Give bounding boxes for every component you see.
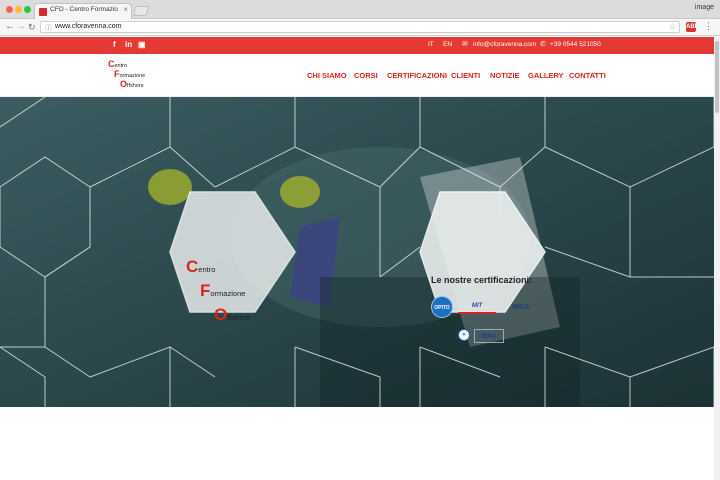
minimize-window-button[interactable]: [15, 6, 22, 13]
logo-line-3: Offshore: [120, 79, 144, 89]
logo-line-2: Formazione: [114, 69, 146, 79]
hero-brand-line-1: Centro: [186, 257, 216, 276]
forward-arrow-icon[interactable]: →: [16, 21, 26, 33]
mit-logo[interactable]: MIT: [458, 300, 496, 314]
site-logo[interactable]: Centro Formazione Offshore: [108, 59, 164, 93]
rina-logo[interactable]: RINA: [474, 329, 504, 343]
new-tab-button[interactable]: [132, 6, 150, 16]
site-info-icon[interactable]: ⓘ: [45, 23, 52, 33]
page-scrollbar[interactable]: [714, 37, 720, 480]
bookmark-star-icon[interactable]: ☆: [669, 22, 676, 31]
profile-label[interactable]: image: [695, 4, 714, 11]
certifications-title: Le nostre certificazioni:: [431, 275, 533, 285]
nav-clienti[interactable]: CLIENTI: [451, 71, 480, 80]
phone-number[interactable]: +39 0544 521050: [550, 41, 601, 48]
phone-icon: ✆: [540, 41, 546, 48]
maximize-window-button[interactable]: [24, 6, 31, 13]
tab-title: CFO - Centro Formazione Offshore: [50, 6, 118, 13]
tab-favicon-icon: [39, 8, 47, 16]
browser-menu-icon[interactable]: ⋮: [704, 21, 713, 31]
close-window-button[interactable]: [6, 6, 13, 13]
browser-tab-active[interactable]: CFO - Centro Formazione Offshore ×: [34, 3, 132, 19]
nav-chi-siamo[interactable]: CHI SIAMO: [307, 71, 347, 80]
site-header: Centro Formazione Offshore CHI SIAMO COR…: [0, 54, 714, 97]
facebook-icon[interactable]: f: [113, 40, 116, 50]
email-icon: ✉: [462, 41, 468, 48]
nav-notizie[interactable]: NOTIZIE: [490, 71, 520, 80]
helmet-shape: [148, 169, 192, 205]
opito-logo[interactable]: OPITO: [431, 296, 453, 318]
scrollbar-thumb[interactable]: [715, 41, 719, 113]
hero-background: [0, 97, 714, 407]
adblock-extension-icon[interactable]: ABP: [686, 22, 699, 32]
nav-gallery[interactable]: GALLERY: [528, 71, 564, 80]
language-en-link[interactable]: EN: [443, 41, 452, 48]
hero-brand-line-2: Formazione: [200, 281, 246, 300]
logo-line-1: Centro: [108, 59, 128, 69]
language-it-link[interactable]: IT: [428, 41, 434, 48]
browser-toolbar: ← → ↻ ⓘ www.cforavenna.com ☆ ABP ⋮: [0, 19, 720, 36]
email-link[interactable]: info@cforavenna.com: [473, 41, 536, 48]
tab-close-icon[interactable]: ×: [123, 5, 128, 14]
page-viewport: f in ▣ IT EN ✉ info@cforavenna.com ✆ +39…: [0, 37, 714, 480]
reload-icon[interactable]: ↻: [28, 21, 36, 33]
top-contact-bar: f in ▣ IT EN ✉ info@cforavenna.com ✆ +39…: [0, 37, 714, 54]
nav-contatti[interactable]: CONTATTI: [569, 71, 606, 80]
imca-logo[interactable]: IMCA: [507, 302, 535, 314]
hero-banner: Centro Formazione Offshore Le nostre cer…: [0, 97, 714, 407]
hero-brand-line-3: Offshore: [214, 305, 251, 324]
helmet-shape: [280, 176, 320, 208]
linkedin-icon[interactable]: in: [125, 40, 132, 50]
nav-certificazioni[interactable]: CERTIFICAZIONI: [387, 71, 447, 80]
nav-corsi[interactable]: CORSI: [354, 71, 378, 80]
address-bar[interactable]: ⓘ www.cforavenna.com ☆: [40, 21, 680, 33]
browser-tab-strip: CFO - Centro Formazione Offshore × image: [0, 0, 720, 19]
seal-logo-icon[interactable]: ✦: [458, 329, 470, 341]
youtube-icon[interactable]: ▣: [138, 40, 146, 50]
back-arrow-icon[interactable]: ←: [5, 21, 15, 33]
address-bar-url[interactable]: www.cforavenna.com: [55, 23, 122, 30]
